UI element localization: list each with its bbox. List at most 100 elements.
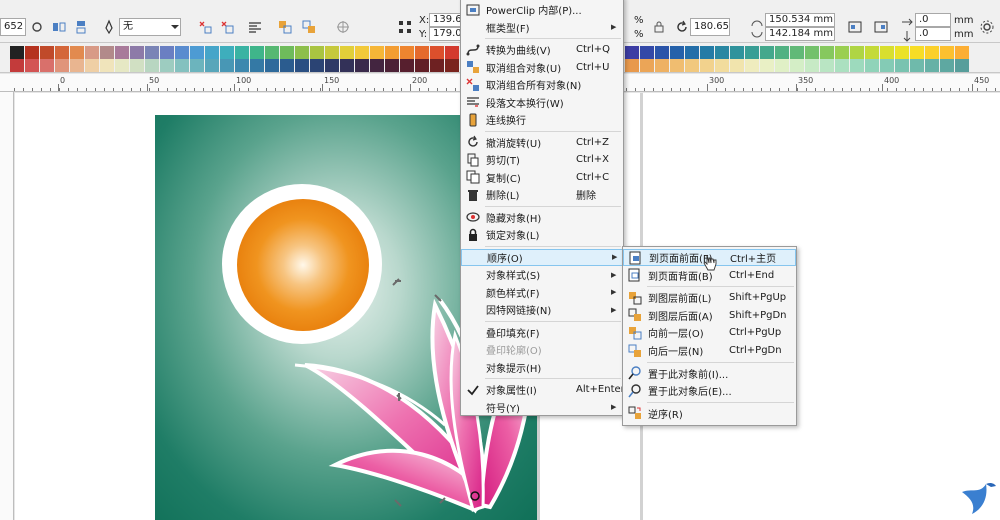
palette-swatch[interactable] bbox=[55, 46, 69, 59]
menu-item[interactable]: 因特网链接(N) ▶ bbox=[461, 301, 623, 318]
menu-item[interactable]: 复制(C) Ctrl+C bbox=[461, 169, 623, 186]
palette-swatch[interactable] bbox=[325, 46, 339, 59]
menu-item[interactable]: 段落文本换行(W) bbox=[461, 94, 623, 111]
menu-item[interactable]: 颜色样式(F) ▶ bbox=[461, 284, 623, 301]
palette-swatch[interactable] bbox=[625, 46, 639, 59]
palette-swatch[interactable] bbox=[430, 46, 444, 59]
palette-swatch[interactable] bbox=[220, 59, 234, 72]
menu-item[interactable]: 连线换行 bbox=[461, 111, 623, 128]
palette-swatch[interactable] bbox=[295, 59, 309, 72]
palette-swatch[interactable] bbox=[430, 59, 444, 72]
rotation-input[interactable]: 180.652 bbox=[690, 18, 730, 36]
palette-swatch[interactable] bbox=[715, 46, 729, 59]
settings-gear-icon[interactable] bbox=[978, 18, 996, 36]
palette-swatch[interactable] bbox=[685, 46, 699, 59]
palette-swatch[interactable] bbox=[265, 46, 279, 59]
palette-swatch[interactable] bbox=[145, 46, 159, 59]
menu-item[interactable]: 叠印轮廓(O) bbox=[461, 341, 623, 358]
menu-item[interactable]: 到图层前面(L) Shift+PgUp bbox=[623, 289, 796, 306]
palette-swatch[interactable] bbox=[715, 59, 729, 72]
menu-item[interactable]: 取消组合对象(U) Ctrl+U bbox=[461, 59, 623, 76]
palette-swatch[interactable] bbox=[745, 59, 759, 72]
palette-swatch[interactable] bbox=[310, 59, 324, 72]
palette-swatch[interactable] bbox=[100, 59, 114, 72]
fill-pen-icon[interactable] bbox=[100, 18, 118, 36]
menu-item[interactable]: 向前一层(O) Ctrl+PgUp bbox=[623, 324, 796, 341]
palette-swatch[interactable] bbox=[640, 46, 654, 59]
palette-swatch[interactable] bbox=[820, 59, 834, 72]
palette-swatch[interactable] bbox=[325, 59, 339, 72]
ungroup-toolbar-icon[interactable] bbox=[196, 18, 214, 36]
palette-swatch[interactable] bbox=[640, 59, 654, 72]
palette-swatch[interactable] bbox=[880, 46, 894, 59]
palette-swatch[interactable] bbox=[310, 46, 324, 59]
palette-swatch[interactable] bbox=[340, 46, 354, 59]
mirror-horizontal-icon[interactable] bbox=[50, 18, 68, 36]
mirror-vertical-icon[interactable] bbox=[72, 18, 90, 36]
palette-swatch[interactable] bbox=[775, 46, 789, 59]
palette-swatch[interactable] bbox=[415, 59, 429, 72]
palette-swatch[interactable] bbox=[745, 46, 759, 59]
palette-swatch[interactable] bbox=[400, 46, 414, 59]
palette-swatch[interactable] bbox=[700, 59, 714, 72]
align-left-icon[interactable] bbox=[846, 18, 864, 36]
menu-item[interactable]: 置于此对象后(E)... bbox=[623, 382, 796, 399]
palette-swatch[interactable] bbox=[385, 59, 399, 72]
menu-item[interactable]: 对象属性(I) Alt+Enter bbox=[461, 381, 625, 398]
height-input[interactable]: 142.184 mm bbox=[765, 27, 835, 41]
palette-swatch[interactable] bbox=[955, 59, 969, 72]
palette-swatch[interactable] bbox=[415, 46, 429, 59]
menu-item[interactable]: 顺序(O) ▶ bbox=[461, 248, 623, 266]
palette-swatch[interactable] bbox=[190, 59, 204, 72]
palette-swatch[interactable] bbox=[115, 59, 129, 72]
palette-swatch[interactable] bbox=[805, 46, 819, 59]
palette-swatch[interactable] bbox=[370, 59, 384, 72]
palette-swatch[interactable] bbox=[100, 46, 114, 59]
palette-swatch[interactable] bbox=[655, 59, 669, 72]
menu-item[interactable]: 框类型(F) ▶ bbox=[461, 19, 623, 36]
palette-swatch[interactable] bbox=[820, 46, 834, 59]
circle-option-icon[interactable] bbox=[28, 18, 46, 36]
palette-swatch[interactable] bbox=[370, 46, 384, 59]
y-position-input[interactable]: 179.00 bbox=[429, 27, 461, 41]
palette-swatch[interactable] bbox=[250, 46, 264, 59]
palette-swatch[interactable] bbox=[790, 59, 804, 72]
palette-swatch[interactable] bbox=[730, 59, 744, 72]
text-wrap-toolbar-icon[interactable] bbox=[246, 18, 264, 36]
menu-item[interactable]: 转换为曲线(V) Ctrl+Q bbox=[461, 41, 623, 58]
palette-swatch[interactable] bbox=[355, 59, 369, 72]
palette-swatch[interactable] bbox=[205, 46, 219, 59]
palette-swatch[interactable] bbox=[895, 59, 909, 72]
width-input[interactable]: 150.534 mm bbox=[765, 13, 835, 27]
zoom-field[interactable]: 652 bbox=[0, 18, 26, 36]
palette-swatch[interactable] bbox=[25, 46, 39, 59]
ungroup-all-toolbar-icon[interactable] bbox=[218, 18, 236, 36]
palette-swatch[interactable] bbox=[70, 46, 84, 59]
to-front-toolbar-icon[interactable] bbox=[276, 18, 294, 36]
palette-swatch[interactable] bbox=[40, 46, 54, 59]
palette-swatch[interactable] bbox=[145, 59, 159, 72]
palette-swatch[interactable] bbox=[340, 59, 354, 72]
palette-swatch[interactable] bbox=[355, 46, 369, 59]
menu-item[interactable]: 撤消旋转(U) Ctrl+Z bbox=[461, 134, 623, 151]
palette-swatch[interactable] bbox=[10, 59, 24, 72]
palette-swatch[interactable] bbox=[250, 59, 264, 72]
palette-swatch[interactable] bbox=[385, 46, 399, 59]
palette-swatch[interactable] bbox=[940, 46, 954, 59]
palette-swatch[interactable] bbox=[85, 46, 99, 59]
palette-swatch[interactable] bbox=[235, 46, 249, 59]
palette-swatch[interactable] bbox=[835, 59, 849, 72]
menu-item[interactable]: 隐藏对象(H) bbox=[461, 209, 623, 226]
palette-swatch[interactable] bbox=[160, 59, 174, 72]
menu-item[interactable]: 到图层后面(A) Shift+PgDn bbox=[623, 307, 796, 324]
crosshair-icon[interactable] bbox=[334, 18, 352, 36]
menu-item[interactable]: 对象样式(S) ▶ bbox=[461, 266, 623, 283]
palette-swatch[interactable] bbox=[220, 46, 234, 59]
align-right-icon[interactable] bbox=[872, 18, 890, 36]
menu-item[interactable]: 置于此对象前(I)... bbox=[623, 365, 796, 382]
palette-swatch[interactable] bbox=[115, 46, 129, 59]
palette-swatch[interactable] bbox=[685, 59, 699, 72]
palette-swatch[interactable] bbox=[295, 46, 309, 59]
palette-swatch[interactable] bbox=[925, 46, 939, 59]
palette-swatch[interactable] bbox=[805, 59, 819, 72]
